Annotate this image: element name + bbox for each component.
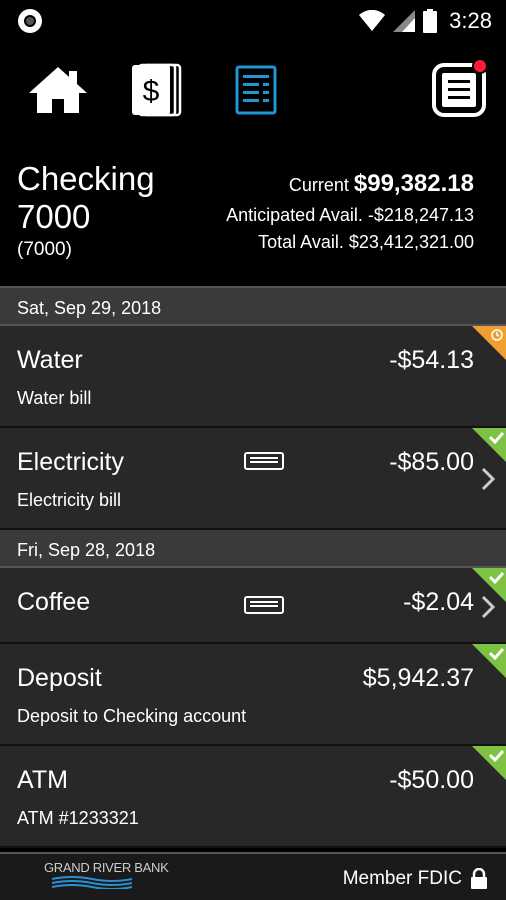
card-icon (244, 596, 284, 614)
svg-text:$: $ (143, 75, 160, 108)
status-time: 3:28 (449, 8, 492, 33)
chevron-right-icon[interactable] (480, 466, 496, 492)
nav-transfers-button[interactable]: $ (126, 52, 186, 128)
river-waves-icon (51, 876, 133, 890)
transaction-amount: $5,942.37 (362, 664, 474, 692)
date-header: Fri, Sep 28, 2018 (0, 530, 506, 568)
current-balance-value: $99,382.18 (353, 170, 474, 197)
transaction-row[interactable]: Deposit Deposit to Checking account $5,9… (0, 644, 506, 746)
total-balance: Total Avail. $23,412,321.00 (258, 232, 474, 252)
transaction-description: Water bill (17, 388, 92, 408)
transaction-title: ATM (17, 766, 68, 794)
status-bar: 3:28 (0, 0, 506, 44)
current-balance: Current $99,382.18 (289, 170, 474, 198)
status-icons: 3:28 (359, 8, 492, 34)
pending-clock-icon (472, 326, 506, 360)
card-icon (244, 452, 284, 470)
transaction-amount: -$2.04 (403, 588, 474, 616)
cleared-check-icon (472, 428, 506, 462)
notification-status-icon (18, 9, 42, 33)
transaction-description: Electricity bill (17, 490, 122, 510)
lock-icon[interactable] (470, 868, 488, 890)
notification-badge (472, 58, 488, 74)
nav-home-button[interactable] (22, 52, 94, 128)
anticipated-balance: Anticipated Avail. -$218,247.13 (226, 205, 474, 225)
transaction-row[interactable]: Electricity Electricity bill -$85.00 (0, 428, 506, 530)
transaction-row[interactable]: Coffee -$2.04 (0, 568, 506, 644)
nav-transactions-button[interactable] (226, 52, 286, 128)
account-number: (7000) (17, 239, 72, 260)
transaction-list: Sat, Sep 29, 2018 Water Water bill -$54.… (0, 288, 506, 848)
account-name: Checking 7000 (17, 160, 155, 235)
signal-icon (393, 10, 416, 32)
date-header: Sat, Sep 29, 2018 (0, 288, 506, 326)
transaction-amount: -$54.13 (389, 346, 474, 374)
ledger-icon (235, 65, 277, 115)
transaction-row[interactable]: Water Water bill -$54.13 (0, 326, 506, 428)
footer: GRAND RIVER BANK Member FDIC (0, 852, 506, 900)
transaction-description: Deposit to Checking account (17, 706, 247, 726)
cleared-check-icon (472, 644, 506, 678)
nav-menu-button[interactable] (426, 52, 492, 128)
wifi-icon (359, 10, 386, 31)
cleared-check-icon (472, 746, 506, 780)
current-balance-label: Current (288, 175, 349, 195)
transaction-amount: -$50.00 (389, 766, 474, 794)
transaction-description: ATM #1233321 (17, 808, 139, 828)
top-nav: $ (0, 52, 506, 128)
transaction-title: Water (17, 346, 83, 374)
transaction-title: Coffee (17, 588, 91, 616)
bank-name: GRAND RIVER BANK (44, 860, 169, 875)
account-summary: Checking 7000 (7000) Current $99,382.18 … (0, 150, 506, 286)
transaction-title: Deposit (17, 664, 102, 692)
home-icon (29, 67, 87, 113)
transaction-title: Electricity (17, 448, 124, 476)
battery-icon (423, 9, 438, 33)
transaction-row[interactable]: ATM ATM #1233321 -$50.00 (0, 746, 506, 848)
cleared-check-icon (472, 568, 506, 602)
member-fdic-text: Member FDIC (342, 868, 462, 889)
bank-logo: GRAND RIVER BANK (44, 860, 169, 892)
transaction-amount: -$85.00 (389, 448, 474, 476)
dollar-cards-icon: $ (132, 63, 182, 117)
